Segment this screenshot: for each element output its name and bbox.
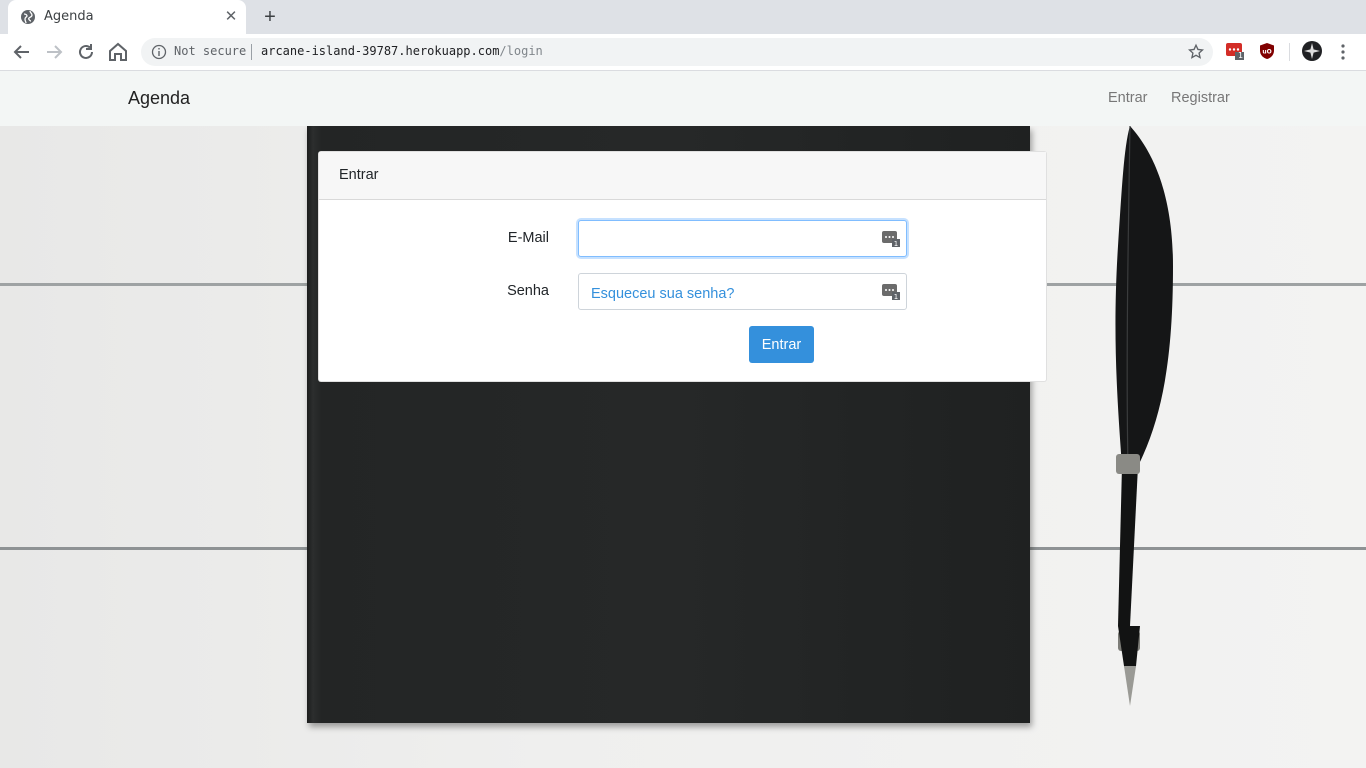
- url-host: arcane-island-39787.herokuapp.com: [261, 44, 500, 58]
- field-icon-badge: 1: [894, 240, 898, 247]
- url-path: /login: [499, 44, 543, 58]
- password-label: Senha: [507, 283, 549, 299]
- ublock-shield-icon: uO: [1260, 43, 1274, 59]
- profile-avatar[interactable]: [1302, 41, 1322, 61]
- login-card-header: Entrar: [319, 152, 1046, 200]
- bookmark-star-icon[interactable]: [1187, 43, 1205, 61]
- omnibox-separator: [251, 44, 252, 60]
- nav-link-entrar[interactable]: Entrar: [1108, 90, 1148, 106]
- globe-icon: [21, 10, 35, 24]
- new-tab-button[interactable]: +: [259, 6, 281, 28]
- home-icon[interactable]: [106, 40, 130, 64]
- reload-icon[interactable]: [74, 40, 98, 64]
- lastpass-field-icon[interactable]: 1: [882, 231, 900, 247]
- menu-kebab-icon[interactable]: [1336, 43, 1350, 61]
- browser-toolbar: Not secure arcane-island-39787.herokuapp…: [0, 34, 1366, 71]
- info-icon[interactable]: [151, 44, 167, 60]
- login-card: Entrar E-Mail 1 Senha 1 Esqueceu sua sen…: [318, 151, 1047, 382]
- close-tab-icon[interactable]: ✕: [222, 8, 240, 26]
- browser-tab[interactable]: Agenda ✕: [8, 0, 246, 34]
- lastpass-field-icon[interactable]: 1: [882, 284, 900, 300]
- field-icon-badge: 1: [894, 293, 898, 300]
- svg-text:uO: uO: [1262, 49, 1271, 56]
- extension-badge: 1: [1238, 51, 1244, 60]
- browser-tabstrip: Agenda ✕ +: [0, 0, 1366, 34]
- tab-title: Agenda: [44, 9, 94, 24]
- email-field[interactable]: 1: [578, 220, 907, 257]
- email-label: E-Mail: [507, 230, 549, 246]
- quill-pen-image: [1115, 126, 1173, 706]
- site-navbar: Agenda Entrar Registrar: [0, 71, 1366, 126]
- address-bar[interactable]: Not secure arcane-island-39787.herokuapp…: [141, 38, 1213, 66]
- back-icon[interactable]: [10, 40, 34, 64]
- nav-link-registrar[interactable]: Registrar: [1171, 90, 1230, 106]
- security-label: Not secure: [174, 44, 247, 58]
- kebab-dots: [1341, 44, 1345, 60]
- navbar-brand[interactable]: Agenda: [128, 88, 190, 109]
- url-text[interactable]: arcane-island-39787.herokuapp.com/login: [261, 44, 543, 58]
- page-viewport: Agenda Entrar Registrar Entrar E-Mail 1 …: [0, 71, 1366, 768]
- forward-icon[interactable]: [42, 40, 66, 64]
- extension-lastpass-icon[interactable]: 1: [1226, 42, 1244, 60]
- toolbar-divider: [1289, 43, 1290, 61]
- login-submit-button[interactable]: Entrar: [749, 326, 814, 363]
- extension-ublock-icon[interactable]: uO: [1258, 42, 1276, 60]
- avatar-icon: [1302, 41, 1322, 61]
- forgot-password-link[interactable]: Esqueceu sua senha?: [591, 286, 735, 302]
